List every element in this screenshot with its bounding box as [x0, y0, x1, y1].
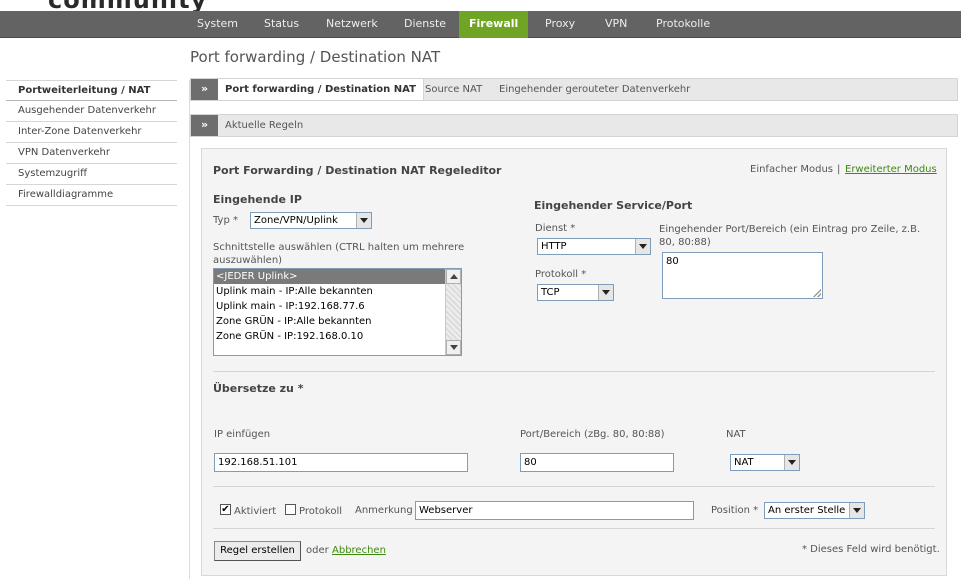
interface-option-green-all[interactable]: Zone GRÜN - IP:Alle bekannten: [214, 314, 446, 329]
nav-dienste[interactable]: Dienste: [394, 11, 456, 38]
page-title: Port forwarding / Destination NAT: [190, 48, 441, 66]
interface-option-any-uplink[interactable]: <JEDER Uplink>: [214, 269, 446, 284]
logo-text-part2: community: [48, 0, 207, 11]
create-rule-button[interactable]: Regel erstellen: [214, 541, 301, 561]
position-label: Position *: [711, 505, 759, 516]
service-select[interactable]: HTTP: [537, 238, 651, 255]
nav-status[interactable]: Status: [254, 11, 309, 38]
incoming-service-heading: Eingehender Service/Port: [534, 199, 693, 212]
logo-strip: community: [0, 0, 961, 11]
chevron-down-icon: [849, 503, 864, 518]
scroll-up-icon[interactable]: [446, 269, 461, 284]
nav-protokolle[interactable]: Protokolle: [646, 11, 720, 38]
incoming-port-label: Eingehender Port/Bereich (ein Eintrag pr…: [659, 224, 921, 248]
editor-title: Port Forwarding / Destination NAT Regele…: [213, 164, 502, 177]
nav-netzwerk[interactable]: Netzwerk: [316, 11, 388, 38]
log-checkbox[interactable]: [285, 504, 296, 515]
leftnav-item-inter-zone[interactable]: Inter-Zone Datenverkehr: [6, 122, 177, 143]
type-label: Typ *: [213, 215, 238, 226]
nat-select-value: NAT: [734, 457, 754, 468]
tab-destination-nat[interactable]: Port forwarding / Destination NAT: [218, 79, 424, 100]
separator-3: [213, 528, 935, 529]
translate-ip-input[interactable]: 192.168.51.101: [214, 453, 468, 472]
position-select[interactable]: An erster Stelle: [764, 502, 865, 519]
or-text: oder: [306, 545, 329, 556]
leftnav-item-portweiterleitung[interactable]: Portweiterleitung / NAT: [6, 80, 177, 101]
chevron-down-icon: [356, 213, 371, 228]
protocol-select[interactable]: TCP: [537, 284, 614, 301]
leftnav-item-ausgehender[interactable]: Ausgehender Datenverkehr: [6, 101, 177, 122]
position-select-value: An erster Stelle: [768, 505, 846, 516]
resize-grip-icon[interactable]: [813, 289, 821, 297]
nav-system[interactable]: System: [187, 11, 248, 38]
interface-option-uplink-all[interactable]: Uplink main - IP:Alle bekannten: [214, 284, 446, 299]
interface-option-green-ip[interactable]: Zone GRÜN - IP:192.168.0.10: [214, 329, 446, 344]
logo: community: [48, 0, 207, 11]
listbox-scrollbar[interactable]: [445, 269, 461, 355]
top-navigation: System Status Netzwerk Dienste Firewall …: [0, 11, 961, 38]
incoming-port-value: 80: [666, 256, 679, 267]
tab-arrow-icon: »: [191, 79, 218, 100]
enabled-checkbox[interactable]: ✔: [220, 504, 231, 515]
separator-2: [213, 486, 935, 487]
nav-vpn[interactable]: VPN: [595, 11, 637, 38]
translate-port-label: Port/Bereich (zBg. 80, 80:88): [520, 429, 665, 440]
nat-select[interactable]: NAT: [730, 454, 800, 471]
nav-proxy[interactable]: Proxy: [535, 11, 585, 38]
protocol-label: Protokoll *: [535, 269, 587, 280]
protocol-select-value: TCP: [541, 287, 560, 298]
mode-separator: |: [837, 164, 841, 175]
translate-heading: Übersetze zu *: [213, 382, 304, 395]
tab-gerouteter-datenverkehr[interactable]: Eingehender gerouteter Datenverkehr: [499, 79, 690, 100]
translate-port-input[interactable]: 80: [520, 453, 674, 472]
tab-source-nat[interactable]: Source NAT: [425, 79, 482, 100]
service-label: Dienst *: [535, 223, 576, 234]
cancel-link[interactable]: Abbrechen: [332, 545, 386, 556]
log-label: Protokoll: [299, 506, 343, 517]
nat-label: NAT: [726, 429, 746, 440]
leftnav-item-firewalldiagramme[interactable]: Firewalldiagramme: [6, 185, 177, 206]
remark-input[interactable]: Webserver: [415, 501, 694, 520]
tab-bar: » Port forwarding / Destination NAT Sour…: [190, 78, 958, 101]
service-select-value: HTTP: [541, 241, 567, 252]
mode-simple[interactable]: Einfacher Modus: [750, 164, 833, 175]
chevron-down-icon: [784, 455, 799, 470]
separator-1: [213, 371, 935, 372]
required-note: * Dieses Feld wird benötigt.: [802, 544, 940, 555]
current-rules-label: Aktuelle Regeln: [225, 120, 304, 131]
nav-firewall[interactable]: Firewall: [459, 11, 528, 38]
left-navigation: Portweiterleitung / NAT Ausgehender Date…: [6, 80, 177, 206]
left-divider: [189, 80, 190, 579]
scroll-down-icon[interactable]: [446, 340, 461, 355]
incoming-ip-heading: Eingehende IP: [213, 193, 302, 206]
leftnav-item-vpn[interactable]: VPN Datenverkehr: [6, 143, 177, 164]
type-select[interactable]: Zone/VPN/Uplink: [250, 212, 372, 229]
interface-listbox[interactable]: <JEDER Uplink> Uplink main - IP:Alle bek…: [213, 268, 462, 356]
leftnav-item-systemzugriff[interactable]: Systemzugriff: [6, 164, 177, 185]
interface-label: Schnittstelle auswählen (CTRL halten um …: [213, 242, 465, 266]
remark-label: Anmerkung: [355, 505, 413, 516]
ip-insert-label: IP einfügen: [214, 429, 271, 440]
interface-option-uplink-ip[interactable]: Uplink main - IP:192.168.77.6: [214, 299, 446, 314]
type-select-value: Zone/VPN/Uplink: [254, 215, 338, 226]
enabled-label: Aktiviert: [234, 506, 277, 517]
expand-arrow-icon: »: [191, 115, 218, 136]
incoming-port-textarea[interactable]: 80: [662, 252, 823, 299]
mode-advanced-link[interactable]: Erweiterter Modus: [845, 164, 937, 175]
chevron-down-icon: [598, 285, 613, 300]
chevron-down-icon: [635, 239, 650, 254]
current-rules-bar[interactable]: » Aktuelle Regeln: [190, 114, 958, 137]
